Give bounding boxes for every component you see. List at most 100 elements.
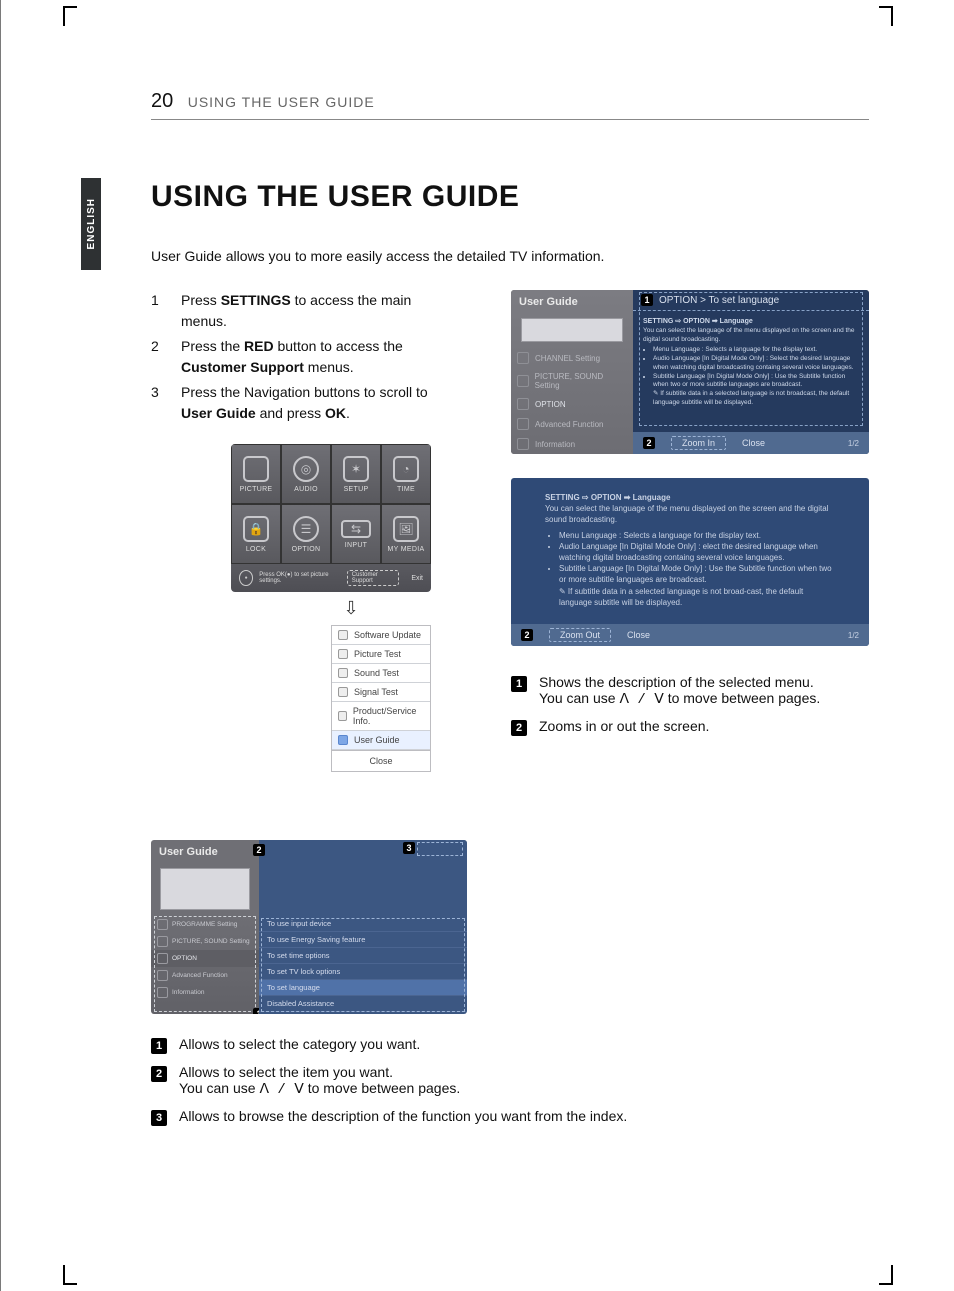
osd-exit: Exit [411,575,423,582]
running-head: 20 USING THE USER GUIDE [151,90,869,120]
osd-audio[interactable]: ◎AUDIO [281,444,331,504]
bottom-callouts: 1 Allows to select the category you want… [151,1036,869,1126]
ug-cat-option[interactable]: OPTION [511,394,633,414]
osd-option[interactable]: ☰OPTION [281,504,331,564]
ug2-opt-tvlock[interactable]: To set TV lock options [259,964,467,980]
ug2-cat-programme[interactable]: PROGRAMME Setting [151,916,259,933]
zoomed-controls: 2 Zoom Out Close 1/2 [511,624,869,646]
user-guide-screen-zoomed: SETTING ⇨ OPTION ➡ Language You can sele… [511,478,869,646]
ug2-cat-advanced[interactable]: Advanced Function [151,967,259,984]
popup-close-button[interactable]: Close [332,750,430,771]
popup-item-picture-test[interactable]: Picture Test [332,645,430,664]
step-item: 2 Press the RED button to access the Cus… [151,336,451,378]
ug-sidebar-header: User Guide [511,290,633,314]
page-indicator: 1/2 [848,439,859,448]
page-number: 20 [151,90,173,112]
nav-arrows-icon: ꓥ / ꓦ [619,692,663,708]
language-side-tab: ENGLISH [81,178,101,270]
ug2-header: User Guide [151,840,259,864]
ug-cat-advanced[interactable]: Advanced Function [511,414,633,434]
callout-badge-2: 2 [151,1066,167,1082]
callout-row: 1 Shows the description of the selected … [511,674,869,708]
close-button[interactable]: Close [627,630,650,640]
ug-sidebar: User Guide CHANNEL Setting PICTURE, SOUN… [511,290,633,454]
ug2-header-area: User Guide [151,840,259,916]
zoomed-body: SETTING ⇨ OPTION ➡ Language You can sele… [511,478,869,638]
callout-badge-1: 1 [511,676,527,692]
ug2-cat-option[interactable]: OPTION [151,950,259,967]
callout-badge-2: 2 [521,629,533,641]
popup-item-signal-test[interactable]: Signal Test [332,683,430,702]
user-guide-navigator: User Guide 2 3 PROGRAMME Setting PICTURE… [151,840,467,1014]
zoom-out-button[interactable]: Zoom Out [549,628,611,642]
popup-item-user-guide[interactable]: User Guide [332,731,430,750]
right-column: User Guide CHANNEL Setting PICTURE, SOUN… [511,290,869,746]
customer-support-popup: Software Update Picture Test Sound Test … [331,625,431,772]
callout-badge-2: 2 [511,720,527,736]
content-area: 20 USING THE USER GUIDE USING THE USER G… [151,90,869,1136]
callout-badge-3: 3 [403,842,415,854]
callout-row: 3 Allows to browse the description of th… [151,1108,869,1126]
breadcrumb: OPTION > To set language [659,295,779,306]
popup-item-product-service-info[interactable]: Product/Service Info. [332,702,430,731]
crop-mark [63,1265,77,1285]
crop-mark [879,1265,893,1285]
ug2-option-list: To use input device To use Energy Saving… [259,916,467,1014]
popup-item-software-update[interactable]: Software Update [332,626,430,645]
intro-text: User Guide allows you to more easily acc… [151,248,869,264]
ug2-opt-language[interactable]: To set language [259,980,467,996]
ug2-opt-disabled-assist[interactable]: Disabled Assistance [259,996,467,1012]
ug2-cat-information[interactable]: Information [151,984,259,1001]
page-title: USING THE USER GUIDE [151,180,869,214]
ug2-category-list: PROGRAMME Setting PICTURE, SOUND Setting… [151,916,259,1014]
ug2-thumbnail [160,868,250,910]
ug2-opt-other[interactable]: To set other options [259,1012,467,1014]
callout-badge-2: 2 [253,844,265,856]
left-column: 1 Press SETTINGS to access the main menu… [151,290,451,772]
page-indicator: 1/2 [848,631,859,640]
ug2-topbar: 2 3 [259,840,467,916]
osd-lock[interactable]: 🔒LOCK [231,504,281,564]
ug-detail-panel: 1 OPTION > To set language SETTING ⇨ OPT… [633,290,869,454]
osd-setup[interactable]: ✶SETUP [331,444,381,504]
step-item: 1 Press SETTINGS to access the main menu… [151,290,451,332]
step-list: 1 Press SETTINGS to access the main menu… [151,290,451,424]
crop-mark [879,6,893,26]
callout-row: 2 Allows to select the item you want. Yo… [151,1064,869,1098]
customer-support-hint: Customer Support [347,570,400,586]
settings-osd-grid: PICTURE ◎AUDIO ✶SETUP ◔TIME 🔒LOCK ☰OPTIO… [231,444,431,592]
user-guide-screen-topic: User Guide CHANNEL Setting PICTURE, SOUN… [511,290,869,454]
close-button[interactable]: Close [742,438,765,448]
osd-mymedia[interactable]: 🖼MY MEDIA [381,504,431,564]
ug2-opt-time[interactable]: To set time options [259,948,467,964]
ug2-opt-energy-saving[interactable]: To use Energy Saving feature [259,932,467,948]
callout-badge-2: 2 [643,437,655,449]
osd-input[interactable]: ⇆INPUT [331,504,381,564]
detail-controls: 2 Zoom In Close 1/2 [633,432,869,454]
ug2-cat-picture-sound[interactable]: PICTURE, SOUND Setting [151,933,259,950]
ug-sidebar-thumbnail [521,318,623,342]
section-label: USING THE USER GUIDE [188,94,375,110]
osd-time[interactable]: ◔TIME [381,444,431,504]
popup-item-sound-test[interactable]: Sound Test [332,664,430,683]
detail-titlebar: 1 OPTION > To set language [633,290,869,311]
crop-mark [63,6,77,26]
callout-row: 2 Zooms in or out the screen. [511,718,869,736]
ug-cat-channel[interactable]: CHANNEL Setting [511,348,633,368]
ok-icon [239,570,253,586]
down-arrow-icon: ⇩ [251,598,451,619]
osd-footer: Press OK(●) to set picture settings. Cus… [231,564,431,592]
manual-page: ENGLISH 20 USING THE USER GUIDE USING TH… [0,0,954,1291]
callout-3-region [417,842,463,856]
nav-arrows-icon: ꓥ / ꓦ [259,1082,303,1098]
ug2-opt-input-device[interactable]: To use input device [259,916,467,932]
ug-cat-information[interactable]: Information [511,434,633,454]
step-item: 3 Press the Navigation buttons to scroll… [151,382,451,424]
detail-body: SETTING ⇨ OPTION ➡ Language You can sele… [633,311,869,414]
callout-badge-1: 1 [641,294,653,306]
ug-cat-picture-sound[interactable]: PICTURE, SOUND Setting [511,368,633,394]
right-callouts: 1 Shows the description of the selected … [511,674,869,736]
callout-row: 1 Allows to select the category you want… [151,1036,869,1054]
osd-picture[interactable]: PICTURE [231,444,281,504]
zoom-in-button[interactable]: Zoom In [671,436,726,450]
